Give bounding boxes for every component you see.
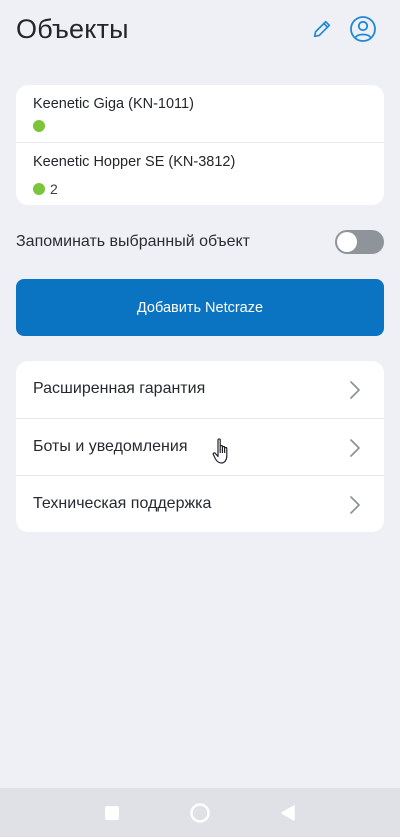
menu-item-label: Боты и уведомления xyxy=(33,438,188,455)
circle-icon xyxy=(190,803,210,823)
remember-object-toggle[interactable] xyxy=(335,230,384,254)
device-name: Keenetic Giga (KN-1011) xyxy=(33,96,194,112)
user-circle-icon xyxy=(350,16,376,42)
add-netcraze-button[interactable]: Добавить Netcraze xyxy=(16,279,384,336)
menu-item-label: Техническая поддержка xyxy=(33,495,212,512)
remember-object-row: Запоминать выбранный объект xyxy=(16,228,384,256)
remember-object-label: Запоминать выбранный объект xyxy=(16,233,251,250)
chevron-right-icon xyxy=(350,381,360,399)
menu-item-tech-support[interactable]: Техническая поддержка xyxy=(16,475,384,532)
page-title: Объекты xyxy=(16,14,129,44)
device-item[interactable]: Keenetic Hopper SE (KN-3812) 2 xyxy=(16,142,384,205)
device-name: Keenetic Hopper SE (KN-3812) xyxy=(33,154,236,170)
pencil-icon xyxy=(313,20,331,38)
device-status xyxy=(33,120,50,132)
device-item[interactable]: Keenetic Giga (KN-1011) xyxy=(16,85,384,142)
online-status-icon xyxy=(33,120,45,132)
triangle-back-icon xyxy=(281,805,295,821)
devices-list: Keenetic Giga (KN-1011) Keenetic Hopper … xyxy=(16,85,384,205)
chevron-right-icon xyxy=(350,439,360,457)
device-count: 2 xyxy=(50,181,58,197)
system-navigation-bar xyxy=(0,788,400,837)
home-button[interactable] xyxy=(188,801,212,825)
menu-item-label: Расширенная гарантия xyxy=(33,380,206,397)
chevron-right-icon xyxy=(350,496,360,514)
recent-apps-button[interactable] xyxy=(100,801,124,825)
edit-button[interactable] xyxy=(307,14,337,44)
toggle-knob xyxy=(337,232,357,252)
header: Объекты xyxy=(0,0,400,62)
hand-pointer-icon xyxy=(212,438,228,464)
square-icon xyxy=(105,806,119,820)
settings-menu: Расширенная гарантия Боты и уведомления … xyxy=(16,361,384,532)
online-status-icon xyxy=(33,183,45,195)
account-button[interactable] xyxy=(348,14,378,44)
device-status: 2 xyxy=(33,181,58,197)
menu-item-extended-warranty[interactable]: Расширенная гарантия xyxy=(16,361,384,418)
back-button[interactable] xyxy=(276,801,300,825)
menu-item-bots-notifications[interactable]: Боты и уведомления xyxy=(16,418,384,475)
